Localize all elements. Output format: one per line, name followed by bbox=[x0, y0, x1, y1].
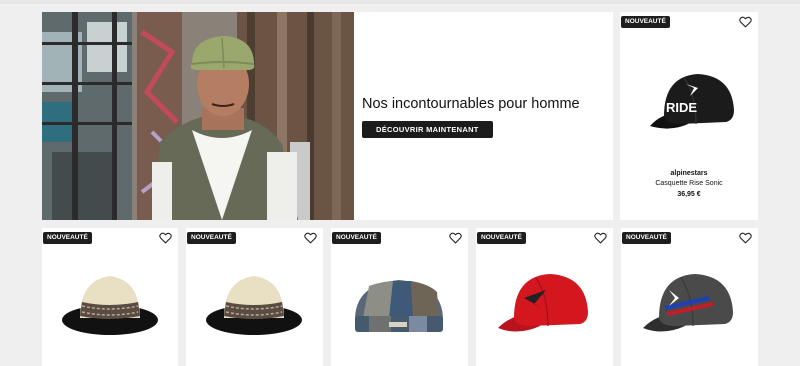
patchwork-hat-image bbox=[355, 280, 443, 332]
hero-banner[interactable]: Nos incontournables pour homme DÉCOUVRIR… bbox=[42, 12, 613, 220]
heart-icon[interactable] bbox=[449, 232, 462, 244]
product-card[interactable]: NOUVEAUTÉ bbox=[621, 228, 758, 366]
product-card[interactable]: NOUVEAUTÉ bbox=[186, 228, 323, 366]
heart-icon[interactable] bbox=[159, 232, 172, 244]
new-badge: NOUVEAUTÉ bbox=[43, 232, 92, 244]
new-badge: NOUVEAUTÉ bbox=[621, 16, 670, 28]
product-brand: alpinestars bbox=[670, 170, 708, 177]
hero-title: Nos incontournables pour homme bbox=[362, 96, 580, 112]
new-badge: NOUVEAUTÉ bbox=[477, 232, 526, 244]
discover-now-button[interactable]: DÉCOUVRIR MAINTENANT bbox=[362, 121, 493, 138]
new-badge: NOUVEAUTÉ bbox=[187, 232, 236, 244]
top-strip bbox=[0, 0, 800, 4]
straw-fedora-image bbox=[206, 276, 302, 335]
hero-image bbox=[42, 12, 354, 220]
black-cap-image: RIDE bbox=[650, 74, 734, 129]
product-card[interactable]: NOUVEAUTÉ bbox=[42, 228, 178, 366]
straw-fedora-image bbox=[62, 276, 158, 335]
heart-icon[interactable] bbox=[304, 232, 317, 244]
cap-logo-text: RIDE bbox=[666, 100, 697, 115]
heart-icon[interactable] bbox=[594, 232, 607, 244]
product-card[interactable]: NOUVEAUTÉ bbox=[476, 228, 613, 366]
product-name[interactable]: Casquette Rise Sonic bbox=[620, 180, 758, 187]
product-price: 36,95 € bbox=[677, 191, 701, 198]
red-cap-image bbox=[498, 274, 588, 332]
new-badge: NOUVEAUTÉ bbox=[622, 232, 671, 244]
new-badge: NOUVEAUTÉ bbox=[332, 232, 381, 244]
heart-icon[interactable] bbox=[739, 232, 752, 244]
heart-icon[interactable] bbox=[739, 16, 752, 28]
grey-cap-image bbox=[643, 274, 733, 332]
product-card[interactable]: NOUVEAUTÉ bbox=[331, 228, 468, 366]
product-card[interactable]: NOUVEAUTÉ RIDE alpinestars Casquette Ris… bbox=[620, 12, 758, 220]
